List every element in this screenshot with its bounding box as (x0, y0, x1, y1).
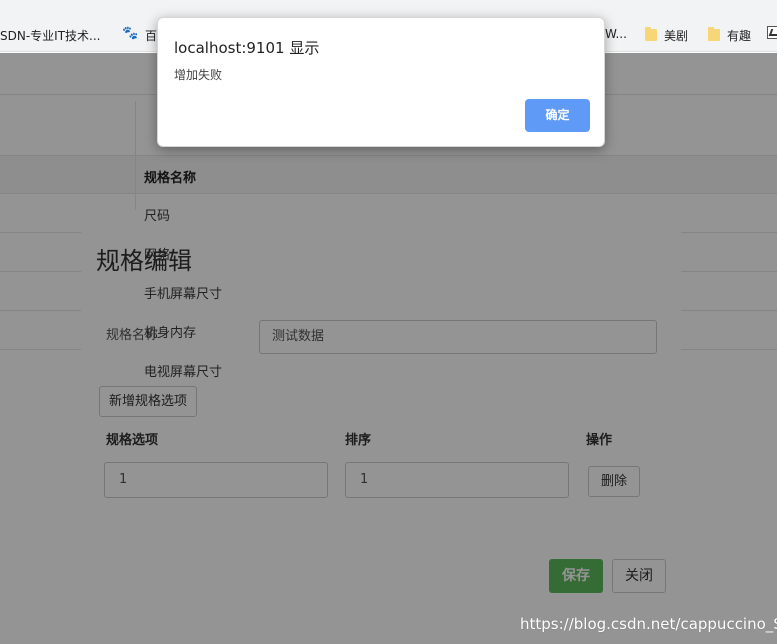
bookmark-csdn[interactable]: SDN-专业IT技术... (0, 27, 100, 44)
spec-name-list: 尺码 网络 手机屏幕尺寸 机身内存 电视屏幕尺寸 (136, 194, 336, 388)
baidu-paw-icon: 🐾 (122, 26, 139, 41)
folder-icon (708, 27, 720, 41)
alert-dialog: localhost:9101 显示 增加失败 确定 (157, 17, 605, 147)
bookmark-baidu[interactable]: 百 (145, 27, 157, 44)
list-item[interactable]: 机身内存 (144, 322, 196, 341)
list-item[interactable]: 手机屏幕尺寸 (144, 283, 222, 302)
bookmark-folder-meiju[interactable]: 美剧 (645, 27, 688, 44)
bookmark-folder-label: 有趣 (727, 29, 752, 43)
list-item[interactable]: 网络 (144, 244, 170, 263)
bookmark-folder-label: 美剧 (664, 29, 689, 43)
alert-title: localhost:9101 显示 (174, 39, 320, 57)
bookmark-w[interactable]: W... (605, 27, 627, 41)
alert-message: 增加失败 (174, 68, 223, 82)
ok-button[interactable]: 确定 (525, 99, 590, 132)
watermark: https://blog.csdn.net/cappuccino_S (520, 615, 777, 633)
image-bookmark-icon[interactable] (767, 26, 777, 39)
bookmark-folder-youqu[interactable]: 有趣 (708, 27, 751, 44)
list-item[interactable]: 尺码 (144, 205, 170, 224)
list-item[interactable]: 电视屏幕尺寸 (144, 361, 222, 380)
folder-icon (645, 27, 657, 41)
